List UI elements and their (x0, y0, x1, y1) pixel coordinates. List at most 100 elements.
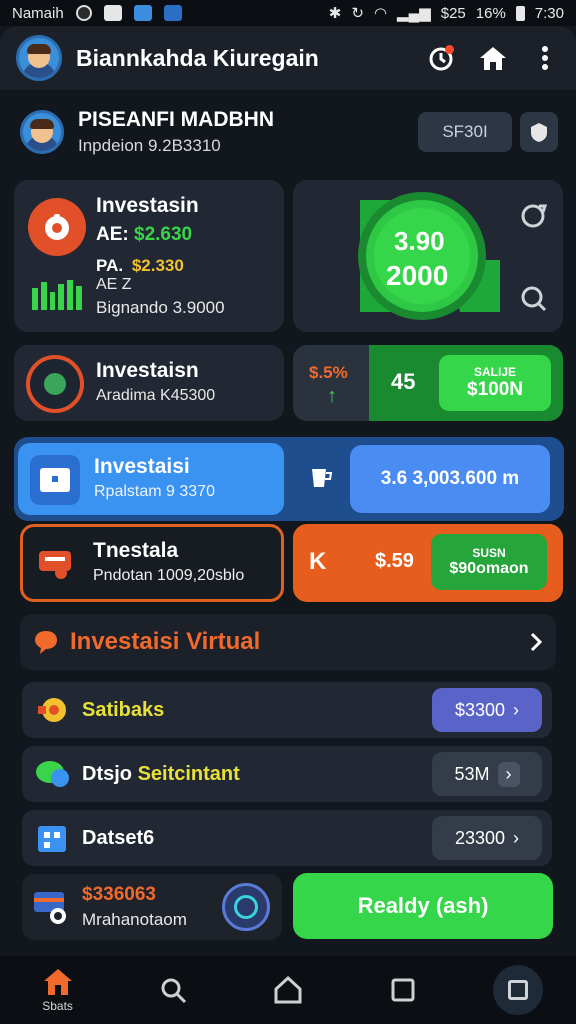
blue-value-button[interactable]: 3.6 3,003.600 m (350, 445, 550, 513)
stat-badge: 45 (391, 369, 416, 394)
investment-row-card[interactable]: Investaisn Aradima K45300 (14, 345, 284, 421)
cup-icon (308, 465, 334, 491)
status-bar: Namaih ✱ ↻ ◠ ▂▄▆ $25 16% 7:30 (0, 0, 576, 26)
speedometer-icon[interactable] (222, 883, 270, 931)
investment-card-line1-prefix: AE: (96, 224, 129, 245)
investment-card-line1-value: $2.630 (134, 224, 193, 245)
avatar[interactable] (16, 35, 62, 81)
profile-avatar[interactable] (20, 110, 64, 154)
list-item-value: 53M (454, 763, 490, 784)
invest-action-line1: SALIJE (473, 365, 516, 379)
chevron-right-icon (530, 632, 543, 652)
blue-investment-card[interactable]: Investaisi Rpalstam 9 3370 (18, 443, 284, 515)
orange-action-card[interactable]: K $.59 SUSN $90omaon (293, 524, 563, 602)
orange-investment-title: Tnestala (93, 539, 179, 562)
app-notification-icon (133, 5, 152, 21)
virtual-investment-row[interactable]: Investaisi Virtual (20, 614, 556, 670)
list-item-name-part2: Seitcintant (137, 762, 240, 785)
balance-value-secondary: 2000 (386, 260, 449, 291)
blue-investment-title: Investaisi (94, 455, 190, 478)
more-vertical-icon (542, 46, 548, 70)
square-icon (391, 978, 415, 1002)
nav-recents[interactable] (373, 960, 433, 1020)
orange-action-line2: $90omaon (449, 560, 529, 577)
percent-change: $.5% (309, 363, 348, 382)
profile-name: PISEANFI MADBHN (78, 108, 275, 131)
battery-text: $25 (440, 4, 466, 22)
trend-up-icon: ↑ (327, 385, 337, 407)
building-icon (38, 826, 66, 852)
list-item-name: Satibaks (82, 698, 165, 721)
bluetooth-icon: ✱ (328, 5, 342, 22)
bar-chart-icon (32, 280, 82, 310)
notification-badge (445, 45, 454, 54)
clock: 7:30 (534, 4, 564, 22)
investment-card-icon (28, 198, 86, 256)
wallet-amount: $336063 (82, 884, 156, 905)
orange-investment-subtitle: Pndotan 1009,20sblo (93, 567, 245, 584)
investment-stats-card[interactable]: $.5% ↑ 45 SALIJE $100N (293, 345, 563, 421)
fire-badge-icon (38, 698, 66, 722)
invest-action-button[interactable]: SALIJE $100N (439, 355, 551, 411)
chevron-right-icon: › (513, 699, 520, 720)
profile-settings-button[interactable] (520, 112, 558, 152)
nav-home-system[interactable] (258, 960, 318, 1020)
list-item-value-button[interactable]: $3300 › (432, 688, 542, 732)
carrier-label: Namaih (12, 4, 64, 22)
virtual-investment-label: Investaisi Virtual (70, 628, 261, 655)
orange-action-button[interactable]: SUSN $90omaon (431, 534, 547, 590)
blue-value-text: 3.6 3,003.600 m (380, 468, 520, 489)
search-icon (161, 978, 186, 1004)
profile-chip-button[interactable]: SF30I (418, 112, 512, 152)
sync-icon: ↻ (351, 5, 364, 22)
chevron-right-icon: › (497, 761, 520, 787)
list-item-value: $3300 (454, 699, 506, 720)
investment-card-line4: Bignando 3.9000 (96, 298, 225, 317)
search-icon (521, 286, 547, 312)
more-menu-button[interactable] (530, 43, 560, 73)
bottom-nav-bar: Sbats (0, 956, 576, 1024)
list-item[interactable]: Dtsjo Seitcintant 53M › (22, 746, 552, 802)
refresh-icon (521, 204, 547, 228)
nav-home[interactable]: Sbats (28, 960, 88, 1020)
chat-bubble-icon (35, 631, 57, 654)
investment-row-title: Investaisn (96, 359, 199, 382)
balance-value-primary: 3.90 (394, 226, 445, 256)
signal-icon: ▂▄▆ (397, 5, 431, 22)
ready-cash-button[interactable]: Realdy (ash) (293, 873, 553, 939)
list-item-value-button[interactable]: 23300 › (432, 816, 542, 860)
profile-nav-icon (493, 965, 544, 1015)
wallet-label: Mrahanotaom (82, 910, 187, 929)
nav-home-label: Sbats (42, 999, 73, 1013)
home-icon (480, 47, 506, 70)
app-bar: Biannkahda Kiuregain (0, 26, 576, 90)
mail-icon (103, 5, 122, 21)
nav-profile[interactable] (488, 960, 548, 1020)
list-item[interactable]: Satibaks $3300 › (22, 682, 552, 738)
chevron-right-icon: › (513, 827, 520, 848)
investment-ring-icon (26, 355, 84, 413)
notifications-button[interactable] (426, 43, 456, 73)
list-item-value: 23300 (454, 827, 506, 848)
investment-card-line2-value: $2.330 (131, 256, 184, 275)
battery-icon (515, 5, 525, 21)
list-item[interactable]: Datset6 23300 › (22, 810, 552, 866)
home-outline-icon (274, 975, 302, 1004)
investment-card-line2-prefix: PA. (96, 256, 124, 275)
battery-percent: 16% (475, 4, 506, 22)
investment-card[interactable]: Investasin AE: $2.630 PA. $2.330 AE Z Bi… (14, 180, 284, 332)
orange-investment-card[interactable]: Tnestala Pndotan 1009,20sblo (20, 524, 284, 602)
notification-icon (75, 5, 92, 21)
ticket-icon (37, 543, 77, 583)
wallet-icon (34, 892, 66, 924)
app-title: Biannkahda Kiuregain (76, 44, 319, 71)
list-item-value-button[interactable]: 53M › (432, 752, 542, 796)
wallet-card[interactable]: $336063 Mrahanotaom (22, 874, 282, 940)
gallery-icon (163, 5, 182, 21)
home-button[interactable] (478, 43, 508, 73)
nav-search[interactable] (143, 960, 203, 1020)
invest-action-line2: $100N (467, 379, 523, 400)
orange-letter: K (309, 548, 327, 575)
list-item-name-part1: Dtsjo (82, 762, 132, 785)
investment-card-line3: AE Z (96, 276, 132, 293)
